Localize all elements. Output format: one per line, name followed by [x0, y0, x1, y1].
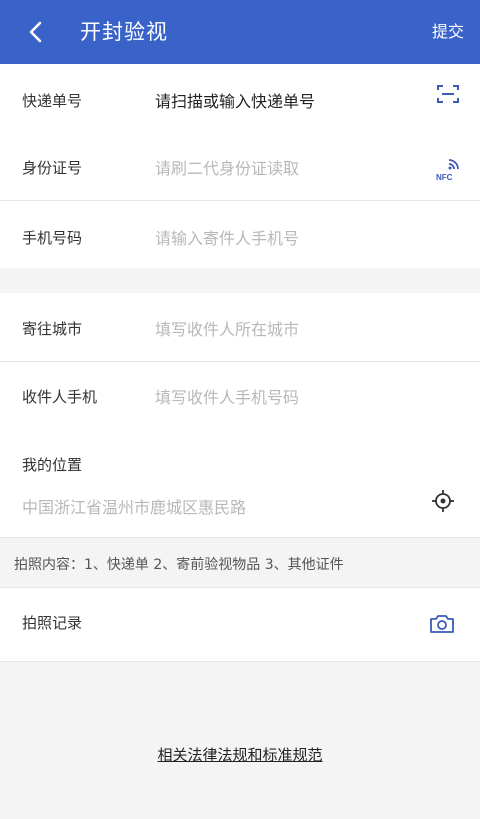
recipient-phone-label: 收件人手机 [22, 388, 98, 406]
id-card-row: 身份证号 请刷二代身份证读取 NFC [0, 132, 480, 200]
page-title: 开封验视 [80, 20, 168, 44]
sender-phone-input[interactable]: 请输入寄件人手机号 [155, 225, 299, 249]
divider [0, 537, 480, 538]
express-info-section: 快递单号 请扫描或输入快递单号 身份证号 请刷二代身份证读取 NFC 手机号码 … [0, 64, 480, 268]
tracking-number-label: 快递单号 [22, 92, 83, 110]
destination-city-label: 寄往城市 [22, 320, 83, 338]
id-card-label: 身份证号 [22, 159, 83, 177]
recipient-phone-input[interactable]: 填写收件人手机号码 [155, 384, 299, 408]
camera-icon[interactable] [428, 612, 456, 636]
tracking-number-row: 快递单号 请扫描或输入快递单号 [0, 64, 480, 132]
photo-record-row[interactable]: 拍照记录 [0, 587, 480, 662]
recipient-info-section: 寄往城市 填写收件人所在城市 收件人手机 填写收件人手机号码 我的位置 中国浙江… [0, 293, 480, 537]
recipient-phone-row: 收件人手机 填写收件人手机号码 [0, 362, 480, 430]
law-regulations-link[interactable]: 相关法律法规和标准规范 [0, 744, 480, 765]
destination-city-row: 寄往城市 填写收件人所在城市 [0, 293, 480, 361]
app-header: 开封验视 提交 [0, 0, 480, 64]
nfc-icon[interactable]: NFC [432, 154, 462, 184]
nfc-icon-text: NFC [436, 173, 453, 182]
photo-tip: 拍照内容：1、快递单 2、寄前验视物品 3、其他证件 [14, 557, 344, 573]
tracking-number-input[interactable]: 请扫描或输入快递单号 [155, 88, 315, 112]
destination-city-input[interactable]: 填写收件人所在城市 [155, 316, 299, 340]
submit-button[interactable]: 提交 [432, 20, 464, 44]
chevron-left-icon [29, 21, 42, 43]
location-value[interactable]: 中国浙江省温州市鹿城区惠民路 [22, 494, 246, 518]
id-card-input[interactable]: 请刷二代身份证读取 [155, 155, 299, 179]
location-row: 我的位置 中国浙江省温州市鹿城区惠民路 [0, 430, 480, 537]
back-button[interactable] [22, 18, 50, 46]
scan-icon[interactable] [434, 82, 462, 106]
sender-phone-row: 手机号码 请输入寄件人手机号 [0, 201, 480, 268]
locate-icon[interactable] [430, 488, 456, 514]
photo-record-label: 拍照记录 [22, 614, 83, 632]
location-label: 我的位置 [22, 456, 83, 474]
sender-phone-label: 手机号码 [22, 229, 83, 247]
